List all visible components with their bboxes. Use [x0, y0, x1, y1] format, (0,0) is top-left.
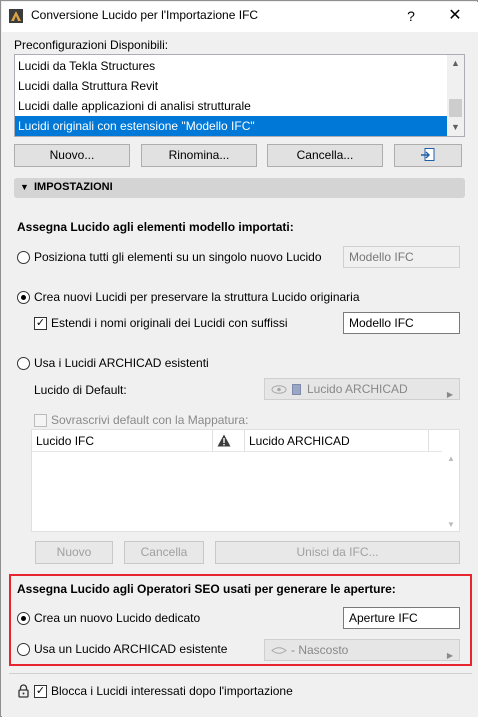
layer-icon: [292, 384, 301, 395]
delete-preset-button[interactable]: Cancella...: [267, 144, 383, 167]
column-divider: [212, 430, 213, 452]
lock-icon: [18, 684, 29, 698]
extend-names-label: Estendi i nomi originali dei Lucidi con …: [51, 316, 288, 330]
presets-heading: Preconfigurazioni Disponibili:: [14, 38, 169, 52]
default-layer-label: Lucido di Default:: [34, 383, 127, 397]
column-divider: [428, 430, 429, 452]
scroll-down-icon[interactable]: ▼: [447, 520, 455, 529]
archicad-app-icon: [9, 9, 23, 23]
suffix-field[interactable]: Modello IFC: [343, 312, 460, 334]
existing-layers-radio[interactable]: [17, 357, 30, 370]
single-layer-label: Posiziona tutti gli elementi su un singo…: [34, 250, 322, 264]
lock-layers-checkbox[interactable]: ✓: [34, 685, 47, 698]
existing-opening-layer-radio[interactable]: [17, 643, 30, 656]
rename-preset-button[interactable]: Rinomina...: [141, 144, 257, 167]
merge-from-ifc-button[interactable]: Unisci da IFC...: [215, 541, 460, 564]
table-scrollbar[interactable]: ▲ ▼: [444, 452, 459, 531]
help-button[interactable]: ?: [397, 1, 425, 31]
eye-icon: [271, 647, 287, 654]
preset-item[interactable]: Lucidi dalle applicazioni di analisi str…: [15, 96, 447, 116]
extend-names-checkbox[interactable]: ✓: [34, 317, 47, 330]
default-layer-value: Lucido ARCHICAD: [307, 382, 408, 396]
column-ifc-layer: Lucido IFC: [36, 434, 95, 448]
import-icon: [421, 148, 435, 161]
preset-item[interactable]: Lucidi dalla Struttura Revit: [15, 76, 447, 96]
preset-item[interactable]: Lucidi da Tekla Structures: [15, 56, 447, 76]
presets-scrollbar[interactable]: ▲ ▼: [447, 55, 464, 136]
default-layer-dropdown[interactable]: Lucido ARCHICAD ▶: [264, 378, 460, 400]
mapping-table[interactable]: Lucido IFC Lucido ARCHICAD ▲ ▼: [31, 429, 460, 532]
opening-layer-value: - Nascosto: [291, 643, 349, 657]
scroll-up-icon[interactable]: ▲: [447, 454, 455, 463]
new-layers-radio[interactable]: [17, 291, 30, 304]
settings-section-header[interactable]: ▼ IMPOSTAZIONI: [14, 178, 465, 198]
opening-layer-name-field[interactable]: Aperture IFC: [343, 607, 460, 629]
single-layer-radio[interactable]: [17, 251, 30, 264]
presets-list[interactable]: Lucidi da Tekla Structures Lucidi dalla …: [14, 54, 465, 137]
new-opening-layer-radio[interactable]: [17, 612, 30, 625]
import-preset-button[interactable]: [394, 144, 462, 167]
table-header-row: Lucido IFC Lucido ARCHICAD: [32, 430, 442, 452]
overwrite-default-checkbox[interactable]: [34, 414, 47, 427]
assign-layers-heading: Assegna Lucido agli elementi modello imp…: [17, 220, 294, 234]
separator: [9, 673, 472, 674]
single-layer-name-field[interactable]: Modello IFC: [343, 246, 460, 268]
window-title: Conversione Lucido per l'Importazione IF…: [31, 8, 259, 22]
table-delete-button[interactable]: Cancella: [124, 541, 204, 564]
new-layers-label: Crea nuovi Lucidi per preservare la stru…: [34, 290, 360, 304]
dropdown-arrow-icon: ▶: [446, 390, 453, 399]
new-preset-button[interactable]: Nuovo...: [14, 144, 130, 167]
openings-heading: Assegna Lucido agli Operatori SEO usati …: [17, 582, 396, 596]
existing-opening-layer-label: Usa un Lucido ARCHICAD esistente: [34, 642, 228, 656]
warning-icon: [217, 434, 231, 447]
lock-layers-label: Blocca i Lucidi interessati dopo l'impor…: [51, 684, 293, 698]
new-opening-layer-label: Crea un nuovo Lucido dedicato: [34, 611, 201, 625]
close-button[interactable]: ✕: [440, 1, 470, 31]
existing-layers-label: Usa i Lucidi ARCHICAD esistenti: [34, 356, 209, 370]
opening-layer-dropdown[interactable]: - Nascosto ▶: [264, 639, 460, 661]
scroll-thumb[interactable]: [449, 99, 462, 117]
dropdown-arrow-icon: ▶: [446, 651, 453, 660]
scroll-down-icon[interactable]: ▼: [447, 119, 464, 136]
column-archicad-layer: Lucido ARCHICAD: [249, 434, 350, 448]
collapse-triangle-icon: ▼: [20, 182, 29, 192]
overwrite-default-label: Sovrascrivi default con la Mappatura:: [51, 413, 249, 427]
settings-section-label: IMPOSTAZIONI: [34, 181, 113, 193]
eye-icon: [271, 385, 287, 394]
column-divider: [244, 430, 245, 452]
preset-item-selected[interactable]: Lucidi originali con estensione "Modello…: [15, 116, 447, 136]
table-new-button[interactable]: Nuovo: [35, 541, 113, 564]
scroll-up-icon[interactable]: ▲: [447, 55, 464, 72]
